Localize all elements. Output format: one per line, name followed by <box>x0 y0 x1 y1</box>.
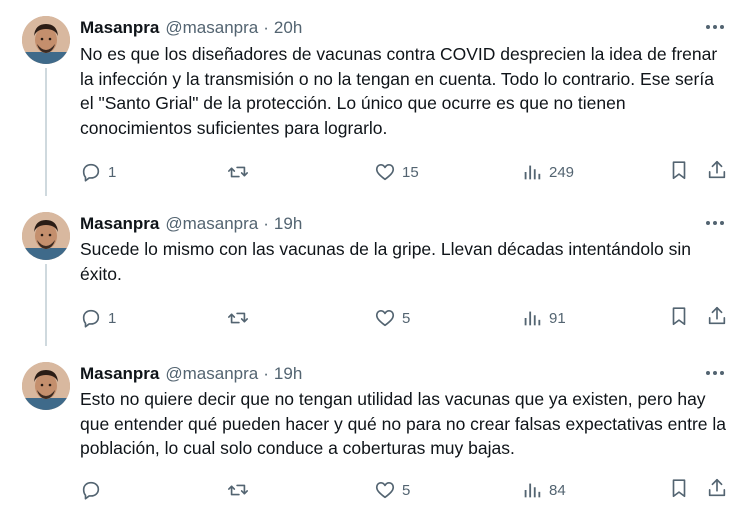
share-icon[interactable] <box>706 305 728 332</box>
thread-line <box>45 68 47 196</box>
tweet[interactable]: Masanpra @masanpra · 19h Sucede lo mismo… <box>0 196 744 346</box>
author-name[interactable]: Masanpra <box>80 364 159 384</box>
views-button[interactable]: 84 <box>521 479 651 501</box>
author-handle[interactable]: @masanpra <box>165 214 258 234</box>
views-button[interactable]: 91 <box>521 307 651 329</box>
more-icon[interactable] <box>702 212 728 234</box>
retweet-button[interactable] <box>227 479 357 501</box>
retweet-button[interactable] <box>227 307 357 329</box>
reply-icon <box>80 307 102 329</box>
like-count: 15 <box>402 163 419 181</box>
tweet[interactable]: Masanpra @masanpra · 19h Esto no quiere … <box>0 346 744 516</box>
author-handle[interactable]: @masanpra <box>165 18 258 38</box>
tweet-header: Masanpra @masanpra · 19h <box>80 213 724 235</box>
author-name[interactable]: Masanpra <box>80 18 159 38</box>
like-count: 5 <box>402 309 411 327</box>
bookmark-icon[interactable] <box>668 159 690 186</box>
tweet-text: Sucede lo mismo con las vacunas de la gr… <box>80 239 691 284</box>
bookmark-icon[interactable] <box>668 477 690 504</box>
tweet-actions: 5 84 <box>80 478 728 502</box>
like-button[interactable]: 5 <box>374 479 504 501</box>
author-handle[interactable]: @masanpra <box>165 364 258 384</box>
heart-icon <box>374 161 396 183</box>
like-button[interactable]: 15 <box>374 161 504 183</box>
retweet-icon <box>227 307 249 329</box>
tweet-time[interactable]: 19h <box>274 364 302 384</box>
views-button[interactable]: 249 <box>521 161 651 183</box>
author-name[interactable]: Masanpra <box>80 214 159 234</box>
heart-icon <box>374 479 396 501</box>
tweet-header: Masanpra @masanpra · 20h <box>80 17 724 39</box>
like-count: 5 <box>402 481 411 499</box>
tweet-thread: Masanpra @masanpra · 20h No es que los d… <box>0 0 744 516</box>
tweet[interactable]: Masanpra @masanpra · 20h No es que los d… <box>0 0 744 196</box>
retweet-icon <box>227 479 249 501</box>
views-icon <box>521 307 543 329</box>
heart-icon <box>374 307 396 329</box>
views-count: 84 <box>549 481 566 499</box>
reply-icon <box>80 161 102 183</box>
tweet-header: Masanpra @masanpra · 19h <box>80 363 724 385</box>
avatar[interactable] <box>22 16 70 64</box>
reply-count: 1 <box>108 309 117 327</box>
retweet-icon <box>227 161 249 183</box>
bookmark-icon[interactable] <box>668 305 690 332</box>
reply-icon <box>80 479 102 501</box>
separator: · <box>263 214 269 233</box>
views-icon <box>521 479 543 501</box>
tweet-end-actions <box>668 477 728 504</box>
share-icon[interactable] <box>706 477 728 504</box>
views-count: 249 <box>549 163 575 181</box>
thread-line <box>45 264 47 346</box>
tweet-text: No es que los diseñadores de vacunas con… <box>80 44 718 138</box>
separator: · <box>263 364 269 383</box>
tweet-end-actions <box>668 305 728 332</box>
reply-button[interactable]: 1 <box>80 307 210 329</box>
views-icon <box>521 161 543 183</box>
avatar[interactable] <box>22 212 70 260</box>
tweet-end-actions <box>668 159 728 186</box>
tweet-text: Esto no quiere decir que no tengan utili… <box>80 389 726 458</box>
tweet-time[interactable]: 20h <box>274 18 302 38</box>
separator: · <box>263 18 269 37</box>
retweet-button[interactable] <box>227 161 357 183</box>
reply-count: 1 <box>108 163 117 181</box>
avatar[interactable] <box>22 362 70 410</box>
more-icon[interactable] <box>702 362 728 384</box>
more-icon[interactable] <box>702 16 728 38</box>
tweet-actions: 1 15 249 <box>80 160 728 184</box>
reply-button[interactable] <box>80 479 210 501</box>
views-count: 91 <box>549 309 566 327</box>
share-icon[interactable] <box>706 159 728 186</box>
tweet-time[interactable]: 19h <box>274 214 302 234</box>
reply-button[interactable]: 1 <box>80 161 210 183</box>
like-button[interactable]: 5 <box>374 307 504 329</box>
tweet-actions: 1 5 91 <box>80 306 728 330</box>
